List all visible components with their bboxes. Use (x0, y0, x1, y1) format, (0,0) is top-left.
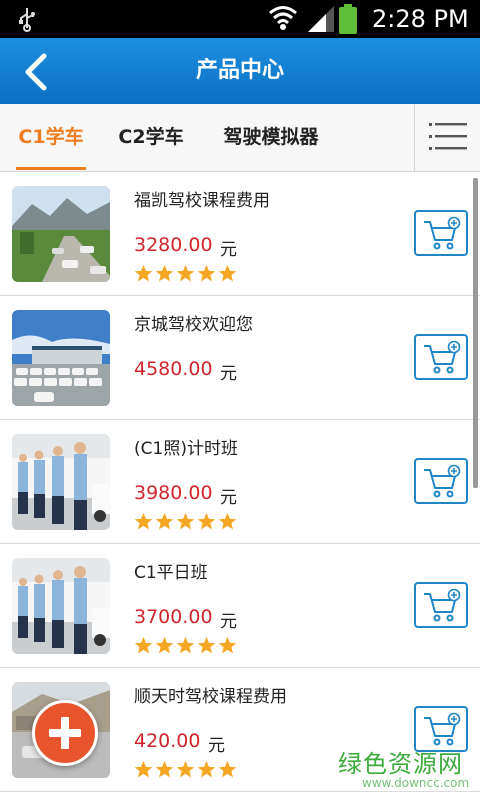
add-to-cart-icon (424, 216, 461, 250)
star-icon (155, 512, 174, 530)
product-name: 京城驾校欢迎您 (134, 315, 253, 335)
screen: 2:28 PM 产品中心 C1学车 C2学车 驾驶模拟器 福凯驾校课程费用 32… (0, 0, 480, 800)
list-item[interactable]: C1平日班 3700.00 元 (0, 544, 480, 668)
star-icon (176, 760, 195, 778)
usb-icon (19, 8, 35, 32)
price-unit: 元 (220, 364, 237, 384)
add-to-cart-icon (424, 464, 461, 498)
menu-button[interactable] (414, 104, 480, 172)
add-to-cart-icon (424, 340, 461, 374)
star-icon (176, 636, 195, 654)
product-name: 福凯驾校课程费用 (134, 191, 270, 211)
page-title: 产品中心 (195, 58, 284, 83)
add-to-cart-button[interactable] (414, 582, 468, 628)
price-unit: 元 (220, 488, 237, 508)
scrollbar[interactable] (473, 178, 478, 488)
star-icon (176, 264, 195, 282)
product-thumbnail (12, 558, 110, 654)
wifi-icon (269, 6, 297, 30)
title-bar: 产品中心 (0, 38, 480, 104)
list-item[interactable]: 福凯驾校课程费用 3280.00 元 (0, 172, 480, 296)
add-to-cart-button[interactable] (414, 458, 468, 504)
plus-icon (49, 717, 81, 749)
product-price: 3980.00 (134, 482, 213, 504)
product-price: 3700.00 (134, 606, 213, 628)
star-icon (197, 760, 216, 778)
add-to-cart-icon (424, 588, 461, 622)
star-icon (218, 512, 237, 530)
add-to-cart-button[interactable] (414, 334, 468, 380)
star-icon (218, 636, 237, 654)
star-icon (155, 264, 174, 282)
list-item[interactable]: (C1照)计时班 3980.00 元 (0, 420, 480, 544)
product-price: 4580.00 (134, 358, 213, 380)
star-rating (134, 636, 239, 656)
signal-icon (308, 6, 334, 32)
product-name: C1平日班 (134, 563, 208, 583)
back-arrow-icon[interactable] (18, 52, 58, 92)
add-to-cart-button[interactable] (414, 210, 468, 256)
star-icon (197, 264, 216, 282)
add-floating-button[interactable] (32, 700, 98, 766)
star-rating (134, 264, 239, 284)
battery-icon (339, 4, 357, 34)
star-rating (134, 512, 239, 532)
product-thumbnail (12, 434, 110, 530)
star-icon (197, 512, 216, 530)
product-price: 3280.00 (134, 234, 213, 256)
watermark: 绿色资源网 www.downcc.com (338, 744, 476, 796)
price-unit: 元 (220, 612, 237, 632)
product-name: 顺天时驾校课程费用 (134, 687, 287, 707)
star-icon (218, 760, 237, 778)
star-icon (134, 512, 153, 530)
star-rating (134, 760, 239, 780)
hamburger-menu-icon (429, 123, 467, 150)
tab-simulator[interactable]: 驾驶模拟器 (212, 104, 330, 172)
star-icon (197, 636, 216, 654)
star-icon (134, 760, 153, 778)
star-icon (155, 760, 174, 778)
product-name: (C1照)计时班 (134, 439, 238, 459)
status-time: 2:28 PM (372, 5, 469, 33)
tab-c2[interactable]: C2学车 (110, 104, 192, 172)
list-item[interactable]: 京城驾校欢迎您 4580.00 元 (0, 296, 480, 420)
star-icon (218, 264, 237, 282)
product-thumbnail (12, 310, 110, 406)
price-unit: 元 (220, 240, 237, 260)
product-price: 420.00 (134, 730, 201, 752)
status-bar: 2:28 PM (0, 0, 480, 38)
star-icon (134, 636, 153, 654)
product-thumbnail (12, 186, 110, 282)
price-unit: 元 (208, 736, 225, 756)
watermark-url: www.downcc.com (362, 776, 470, 790)
watermark-text: 绿色资源网 (338, 750, 463, 778)
star-icon (134, 264, 153, 282)
star-icon (155, 636, 174, 654)
add-to-cart-icon (424, 712, 461, 746)
tab-bar: C1学车 C2学车 驾驶模拟器 (0, 104, 480, 172)
tab-c1[interactable]: C1学车 (10, 104, 92, 172)
star-icon (176, 512, 195, 530)
